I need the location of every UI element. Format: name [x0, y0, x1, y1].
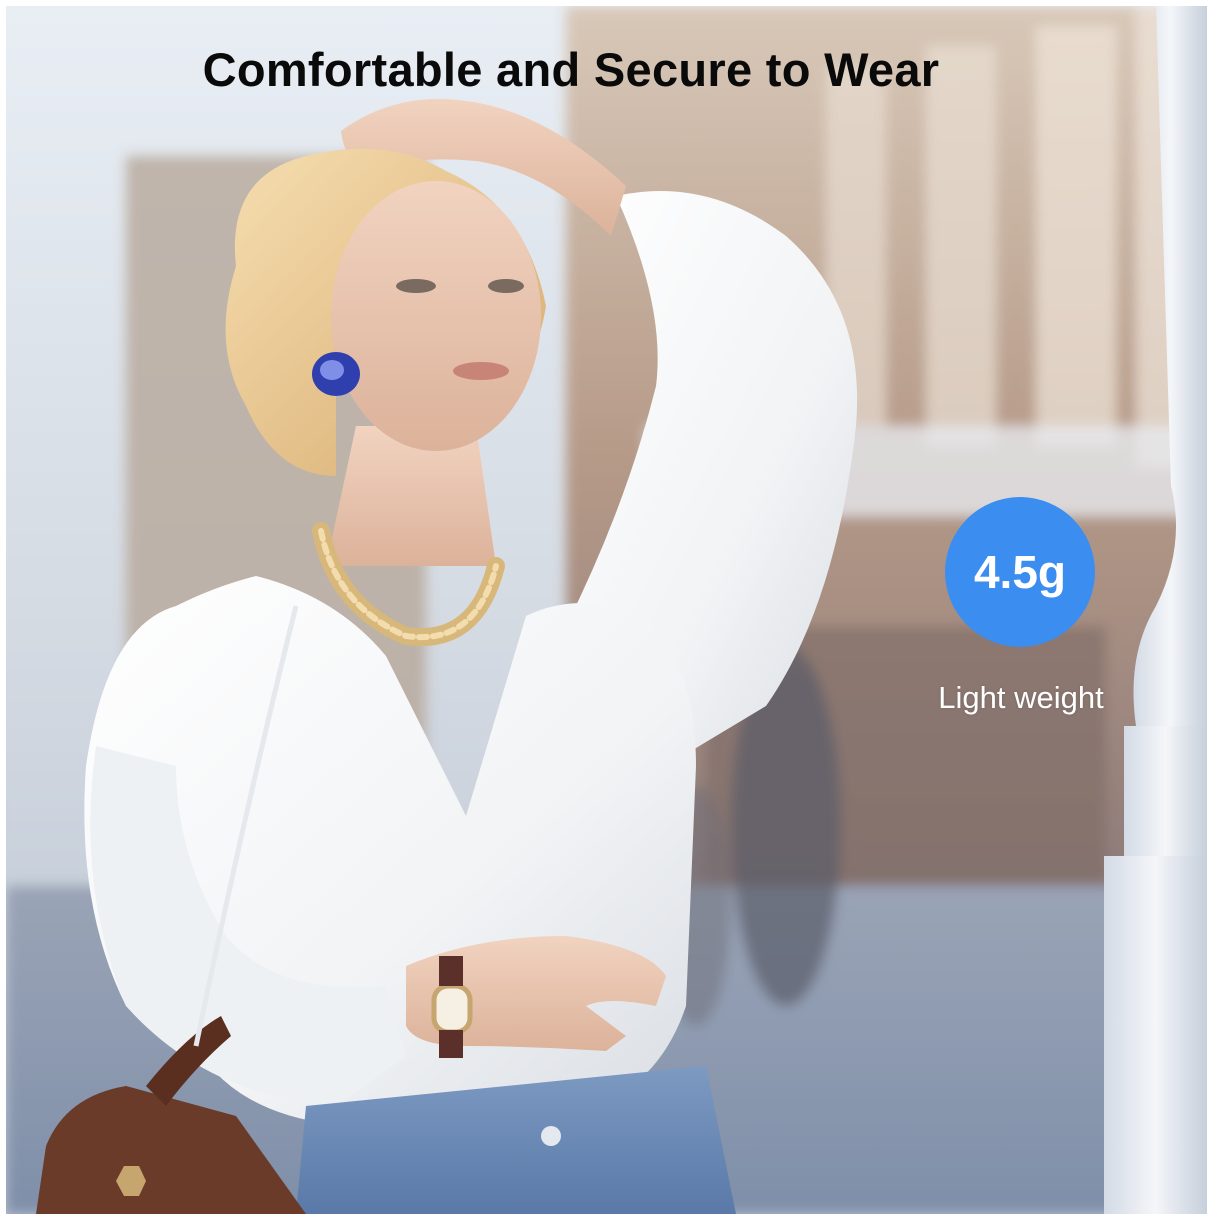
- weight-badge: 4.5g: [945, 497, 1095, 647]
- weight-value: 4.5g: [973, 546, 1067, 598]
- earbud-icon: [312, 352, 360, 396]
- face: [331, 181, 541, 451]
- weight-caption: Light weight: [938, 680, 1104, 715]
- wristwatch-icon: [431, 983, 473, 1035]
- product-photo-frame: Comfortable and Secure to Wear 4.5g Ligh…: [6, 6, 1207, 1214]
- headline: Comfortable and Secure to Wear: [202, 43, 940, 96]
